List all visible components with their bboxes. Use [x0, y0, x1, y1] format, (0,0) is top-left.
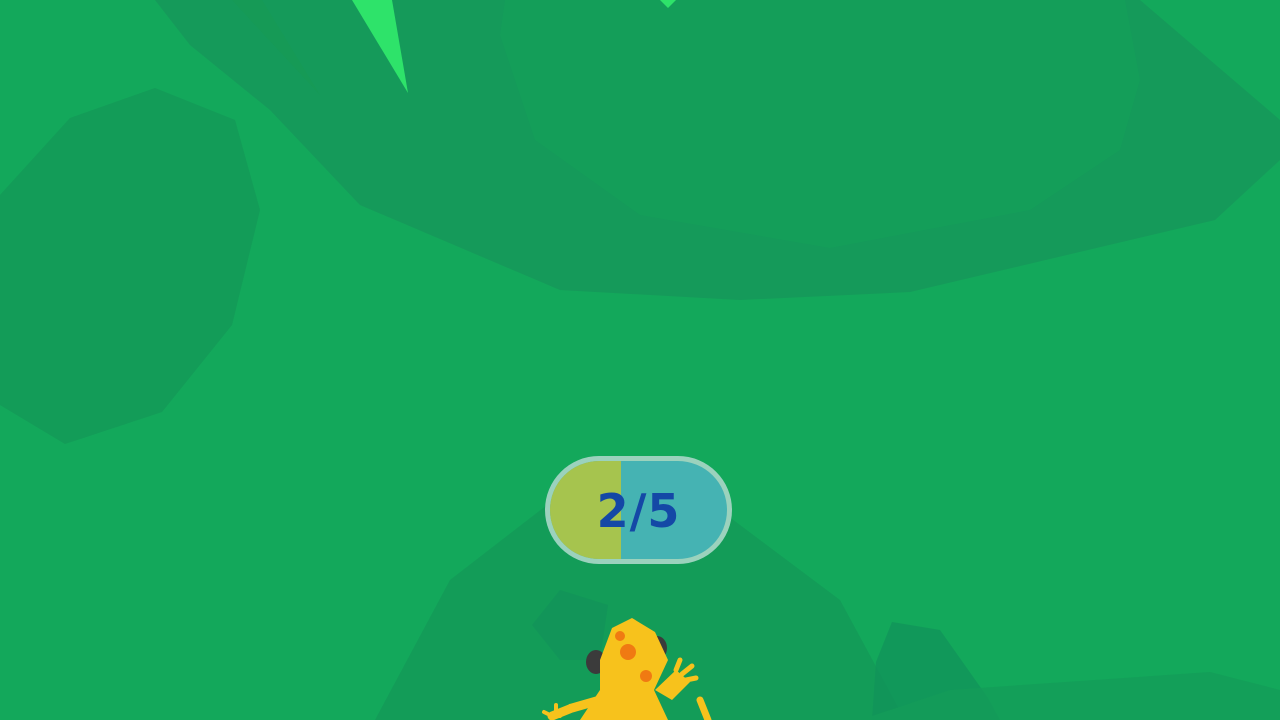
game-scene: 2/5: [0, 0, 1280, 720]
left-boulder: [0, 88, 260, 444]
level-progress-pill: 2/5: [545, 456, 732, 564]
terrain-layer: [0, 0, 1280, 720]
progress-counter: 2/5: [596, 484, 681, 538]
